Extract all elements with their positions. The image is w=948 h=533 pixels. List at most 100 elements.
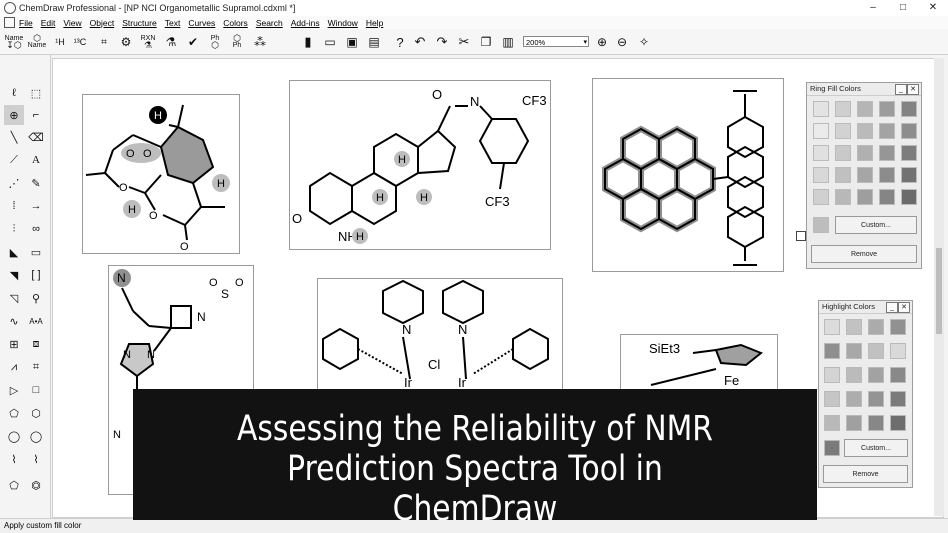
copy-icon[interactable]: ❐ (476, 32, 496, 52)
templates-tool-icon[interactable]: ⌗ (26, 357, 46, 377)
check-structure-icon[interactable]: ✔ (183, 32, 203, 52)
bold-bond-tool-icon[interactable]: ⟋ (4, 150, 24, 170)
mass-fragmentation-icon[interactable]: ⌐ (26, 105, 46, 125)
menu-text[interactable]: Text (165, 18, 181, 28)
phenyl-top-button[interactable]: Ph ⬡ (205, 32, 225, 52)
color-swatch[interactable] (857, 101, 873, 117)
color-swatch[interactable] (857, 167, 873, 183)
cyclohexane-tool-icon[interactable]: ⬡ (26, 403, 46, 423)
name-to-structure-button[interactable]: Name ↧⬡ (4, 32, 24, 52)
menu-view[interactable]: View (63, 18, 81, 28)
menu-structure[interactable]: Structure (122, 18, 157, 28)
cycloheptane-tool-icon[interactable]: ◯ (4, 426, 24, 446)
color-swatch[interactable] (824, 319, 840, 335)
cyclobutane-tool-icon[interactable]: □ (26, 380, 46, 400)
minimize-panel-button[interactable]: _ (895, 84, 907, 95)
wedge-hashed-tool-icon[interactable]: ⫶ (4, 219, 24, 239)
table-tool-icon[interactable]: ⊞ (4, 334, 24, 354)
save-icon[interactable]: ▣ (342, 32, 362, 52)
color-swatch[interactable] (857, 189, 873, 205)
color-swatch[interactable] (901, 123, 917, 139)
open-folder-icon[interactable]: ▭ (320, 32, 340, 52)
color-swatch[interactable] (813, 189, 829, 205)
color-swatch[interactable] (901, 189, 917, 205)
color-swatch[interactable] (868, 391, 884, 407)
molecule-ferrocene[interactable]: SiEt3 Fe (620, 334, 778, 392)
color-swatch[interactable] (868, 319, 884, 335)
remove-highlight-button[interactable]: Remove (823, 465, 908, 483)
cut-icon[interactable]: ✂ (454, 32, 474, 52)
color-swatch[interactable] (901, 101, 917, 117)
dashed-bond-tool-icon[interactable]: ⋰ (4, 173, 24, 193)
brackets-tool-icon[interactable]: [ ] (26, 265, 46, 285)
color-swatch[interactable] (813, 145, 829, 161)
acyclic-chain-tool-icon[interactable]: ⩘ (4, 357, 24, 377)
print-icon[interactable]: ▤ (364, 32, 384, 52)
color-swatch[interactable] (857, 145, 873, 161)
custom-color-button[interactable]: Custom... (835, 216, 917, 234)
minimize-button[interactable]: – (858, 0, 888, 16)
reaction-button[interactable]: RXN ⚗ (138, 32, 158, 52)
undo-icon[interactable]: ↶ (410, 32, 430, 52)
menu-help[interactable]: Help (366, 18, 383, 28)
color-swatch[interactable] (857, 123, 873, 139)
menu-file[interactable]: File (19, 18, 33, 28)
structure-to-name-button[interactable]: ⬡ Name (27, 32, 47, 52)
color-swatch[interactable] (879, 101, 895, 117)
new-document-icon[interactable]: ▮ (298, 32, 318, 52)
color-swatch[interactable] (901, 145, 917, 161)
benzene-tool-icon[interactable]: ⏣ (26, 475, 46, 495)
color-swatch[interactable] (846, 391, 862, 407)
molecule-polyaromatic[interactable] (592, 78, 784, 272)
custom-color-swatch[interactable] (813, 217, 829, 233)
help-icon[interactable]: ? (390, 32, 410, 52)
scrollbar-thumb[interactable] (936, 248, 942, 334)
zoom-select[interactable]: 200% ▾ (523, 36, 589, 47)
color-swatch[interactable] (824, 367, 840, 383)
minimize-panel-button[interactable]: _ (886, 302, 898, 313)
color-swatch[interactable] (890, 391, 906, 407)
color-swatch[interactable] (890, 415, 906, 431)
remove-fill-button[interactable]: Remove (811, 245, 917, 263)
chair-tool-icon[interactable]: ⌇ (4, 449, 24, 469)
color-swatch[interactable] (846, 367, 862, 383)
tlc-tool-icon[interactable]: ⧈ (26, 334, 46, 354)
marquee-tool-icon[interactable]: ⬚ (26, 83, 46, 103)
menu-edit[interactable]: Edit (41, 18, 56, 28)
zoom-out-icon[interactable]: ⊖ (612, 32, 632, 52)
chair-alt-tool-icon[interactable]: ⌇ (26, 449, 46, 469)
wavy-bond-tool-icon[interactable]: ∿ (4, 311, 24, 331)
menu-colors[interactable]: Colors (223, 18, 248, 28)
structure-perspective-icon[interactable]: ⊕ (4, 105, 24, 125)
wedged-bond-tool-icon[interactable]: ◥ (4, 265, 24, 285)
text-tool-icon[interactable]: A (26, 150, 46, 170)
cyclopentadiene-tool-icon[interactable]: ⬠ (4, 475, 24, 495)
redo-icon[interactable]: ↷ (432, 32, 452, 52)
maximize-button[interactable]: □ (888, 0, 918, 16)
close-panel-button[interactable]: ✕ (898, 302, 910, 313)
reaction-atom-icon[interactable]: ⚗ (161, 32, 181, 52)
hashed-bond-tool-icon[interactable]: ⁞ (4, 196, 24, 216)
color-swatch[interactable] (813, 123, 829, 139)
paste-icon[interactable]: ▥ (498, 32, 518, 52)
color-swatch[interactable] (813, 101, 829, 117)
close-panel-button[interactable]: ✕ (907, 84, 919, 95)
color-swatch[interactable] (879, 123, 895, 139)
pen-tool-icon[interactable]: ✎ (26, 173, 46, 193)
menu-object[interactable]: Object (90, 18, 115, 28)
color-swatch[interactable] (890, 367, 906, 383)
color-swatch[interactable] (824, 415, 840, 431)
color-swatch[interactable] (835, 101, 851, 117)
color-swatch[interactable] (835, 189, 851, 205)
molecule-steroid[interactable]: O N CF3 CF3 O NH H H H H (289, 80, 551, 250)
color-swatch[interactable] (890, 319, 906, 335)
selection-checkbox[interactable] (796, 231, 806, 241)
custom-color-button[interactable]: Custom... (844, 439, 908, 457)
phenyl-bottom-button[interactable]: ⬡ Ph (227, 32, 247, 52)
hollow-wedge-tool-icon[interactable]: ◹ (4, 288, 24, 308)
color-swatch[interactable] (868, 415, 884, 431)
color-swatch[interactable] (890, 343, 906, 359)
lasso-tool-icon[interactable]: ℓ (4, 83, 24, 103)
zoom-in-icon[interactable]: ⊕ (592, 32, 612, 52)
cyclopropane-tool-icon[interactable]: ▷ (4, 380, 24, 400)
